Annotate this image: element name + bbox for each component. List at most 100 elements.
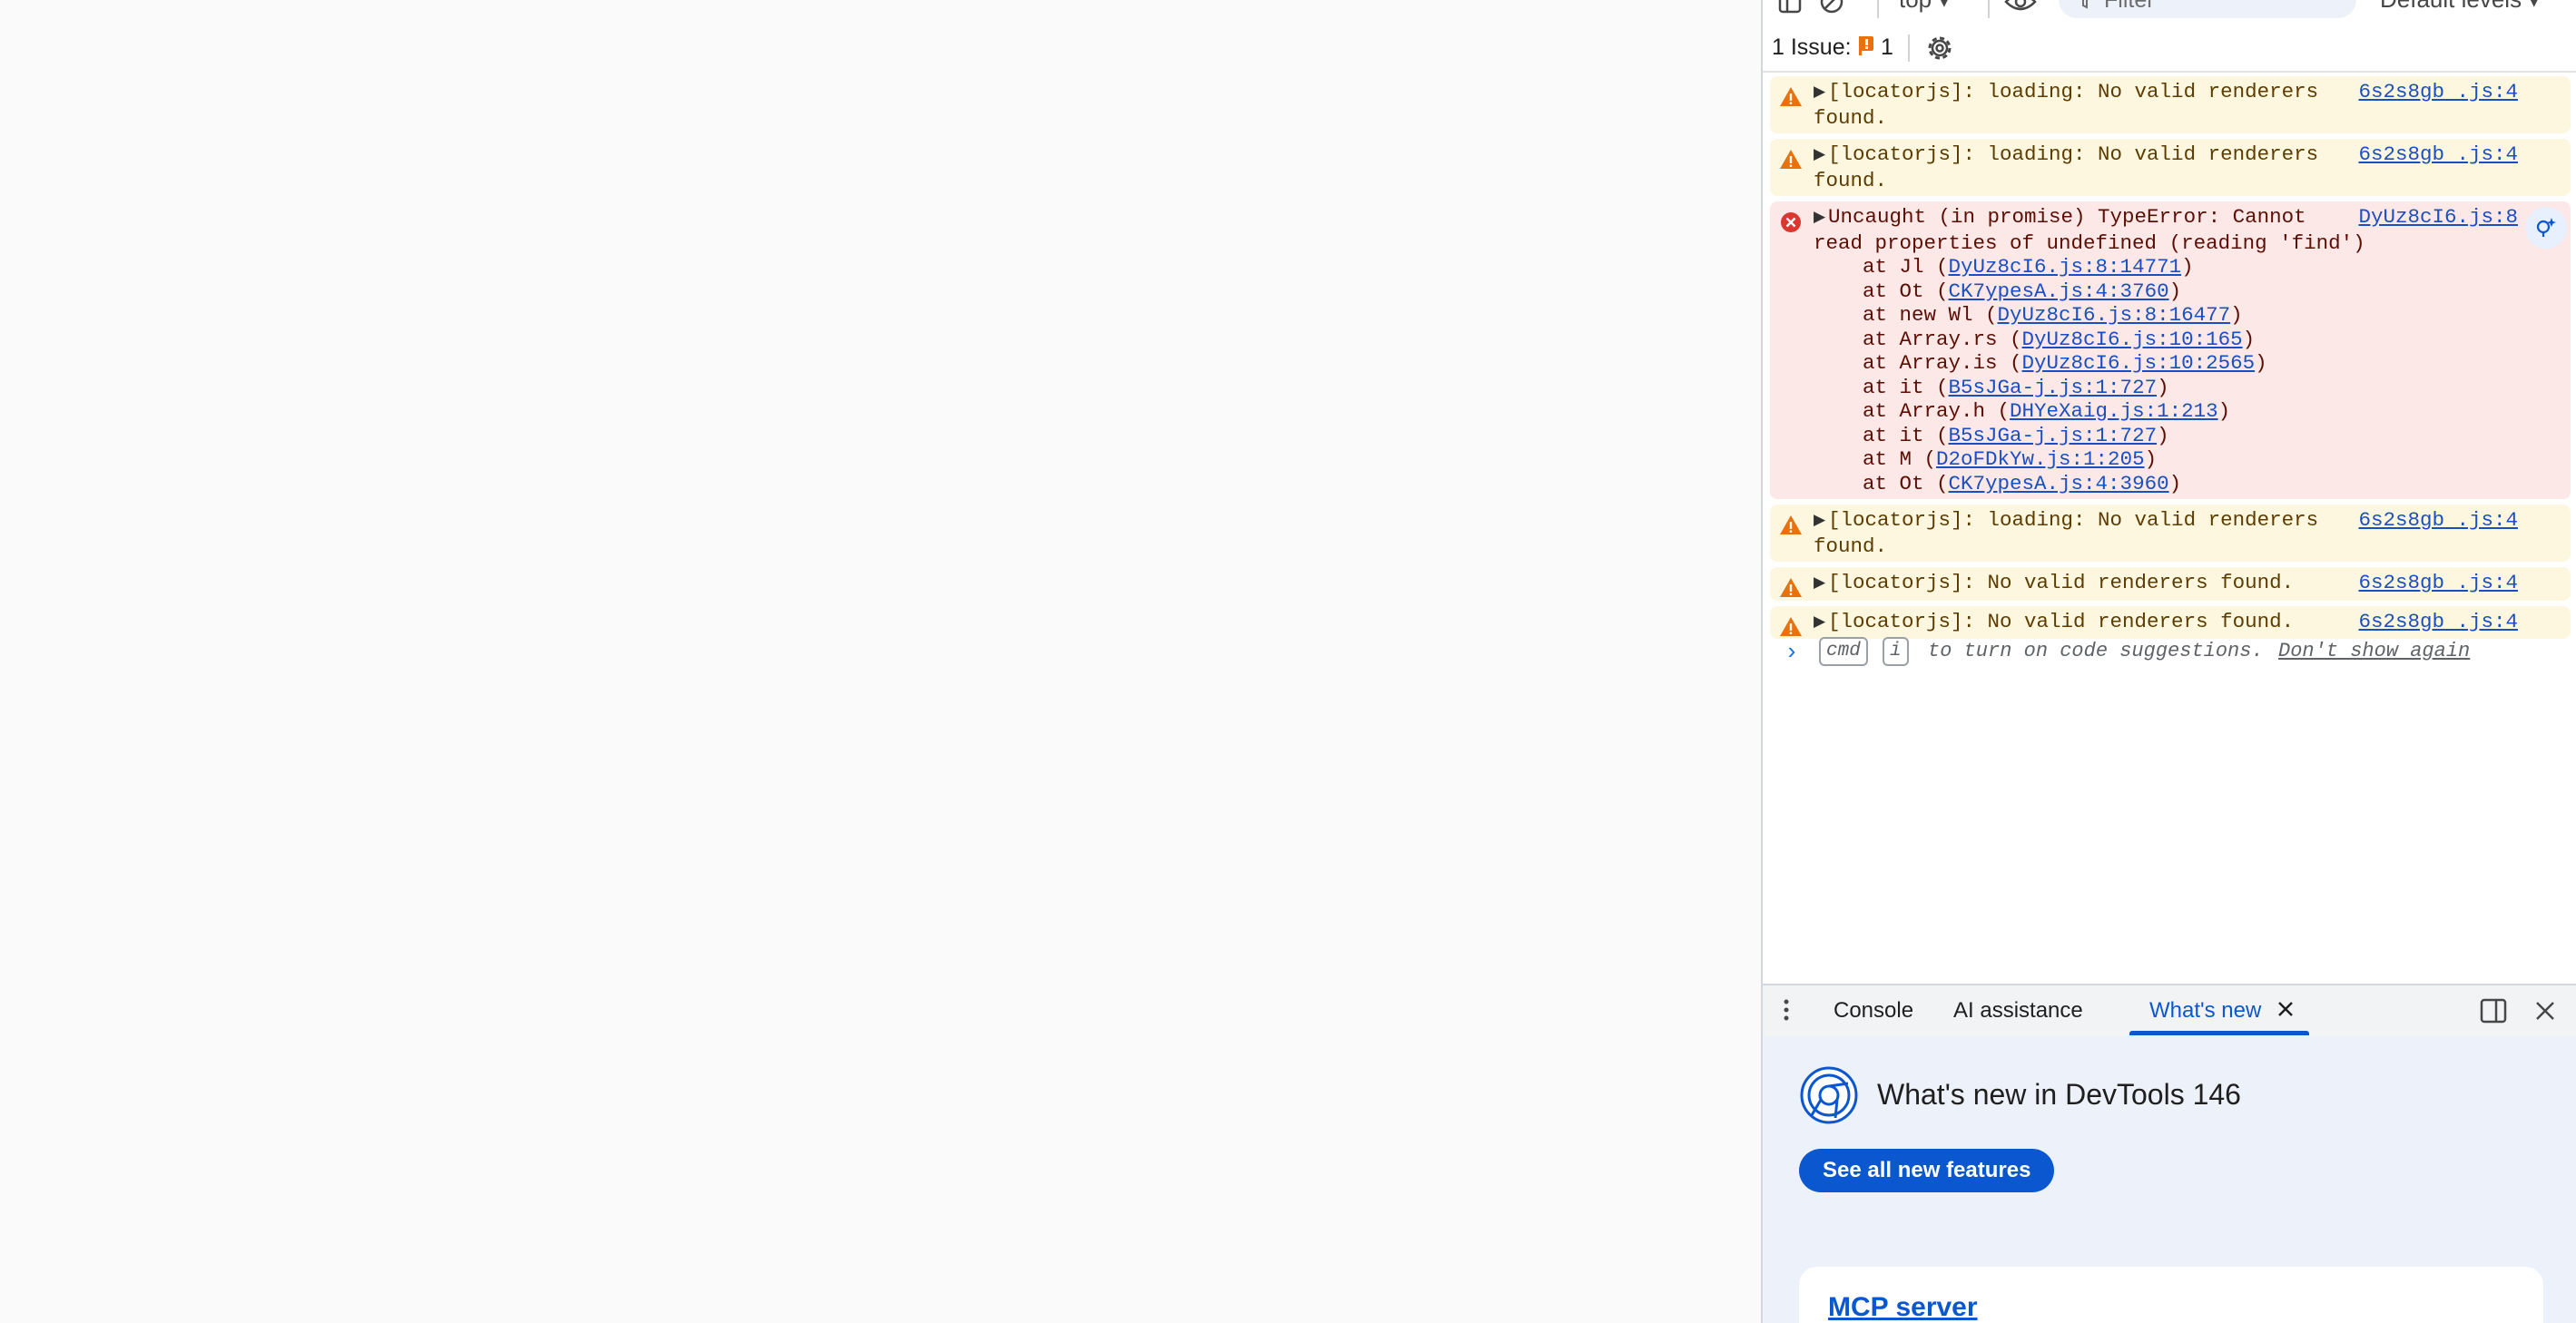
stack-frame-link[interactable]: D2oFDkYw.js:1:205 bbox=[1936, 447, 2145, 471]
see-all-features-button[interactable]: See all new features bbox=[1799, 1149, 2055, 1192]
feature-card-title[interactable]: MCP server bbox=[1828, 1292, 1978, 1323]
tab-whats-new[interactable]: What's new bbox=[2149, 998, 2261, 1024]
stack-frame-link[interactable]: DyUz8cI6.js:8:14771 bbox=[1949, 255, 2182, 279]
tab-ai-assistance[interactable]: AI assistance bbox=[1953, 998, 2083, 1024]
active-tab-indicator bbox=[2129, 1031, 2309, 1035]
eye-icon[interactable] bbox=[2004, 0, 2037, 15]
message-text: [locatorjs]: No valid renderers found. bbox=[1828, 609, 2295, 633]
stack-frame-link[interactable]: DyUz8cI6.js:10:165 bbox=[2022, 328, 2243, 351]
whats-new-panel: What's new in DevTools 146 See all new f… bbox=[1763, 1036, 2576, 1323]
kbd-i: i bbox=[1883, 637, 1909, 666]
expand-triangle-icon[interactable]: ▶ bbox=[1814, 144, 1828, 169]
stack-frame-suffix: ) bbox=[2255, 351, 2267, 375]
console-warning-message[interactable]: ▶ [locatorjs]: loading: No valid renderer… bbox=[1770, 505, 2571, 562]
whats-new-title: What's new in DevTools 146 bbox=[1877, 1078, 2241, 1111]
stack-frame-suffix: ) bbox=[2168, 471, 2182, 495]
stack-frame-suffix: ) bbox=[2168, 279, 2182, 303]
feature-card: MCP server bbox=[1799, 1267, 2543, 1323]
kbd-cmd: cmd bbox=[1819, 637, 1868, 666]
chrome-logo-icon bbox=[1800, 1066, 1858, 1124]
stack-frame: at Ot (CK7ypesA.js:4:3760) bbox=[1814, 279, 2516, 304]
stack-frame-link[interactable]: CK7ypesA.js:4:3760 bbox=[1949, 279, 2169, 303]
stack-frame-suffix: ) bbox=[2144, 447, 2158, 471]
sidebar-toggle-icon[interactable] bbox=[1777, 0, 1803, 15]
stack-frame-prefix: at Array.rs ( bbox=[1814, 327, 2022, 351]
console-toolbar: top ▾ Filter Default levels ▾ bbox=[1763, 0, 2576, 18]
stack-frame-prefix: at M ( bbox=[1814, 447, 1937, 471]
clear-console-icon[interactable] bbox=[1819, 0, 1844, 15]
filter-icon bbox=[2081, 0, 2089, 9]
expand-triangle-icon[interactable]: ▶ bbox=[1814, 207, 1828, 231]
stack-frame-link[interactable]: CK7ypesA.js:4:3960 bbox=[1949, 472, 2169, 495]
expand-triangle-icon[interactable]: ▶ bbox=[1814, 510, 1828, 534]
message-text-continued: found. bbox=[1814, 105, 1888, 130]
stack-frame-prefix: at it ( bbox=[1814, 423, 1949, 447]
console-messages: ▶ [locatorjs]: loading: No valid renderer… bbox=[1770, 76, 2571, 644]
message-text: [locatorjs]: loading: No valid renderers bbox=[1828, 80, 2319, 103]
console-warning-message[interactable]: ▶ [locatorjs]: No valid renderers found. 6… bbox=[1770, 605, 2571, 639]
ask-ai-button[interactable] bbox=[2525, 207, 2567, 249]
warning-icon bbox=[1779, 85, 1803, 109]
dont-show-again-link[interactable]: Don't show again bbox=[2278, 640, 2470, 662]
more-options-icon[interactable] bbox=[1781, 996, 1792, 1024]
close-icon[interactable] bbox=[2532, 998, 2558, 1024]
issue-flag-icon[interactable] bbox=[1857, 34, 1877, 56]
error-icon bbox=[1779, 211, 1803, 234]
stack-frame-prefix: at Jl ( bbox=[1814, 255, 1949, 279]
stack-frame-link[interactable]: B5sJGa-j.js:1:727 bbox=[1949, 376, 2158, 399]
message-text-continued: found. bbox=[1814, 534, 1888, 558]
message-text: [locatorjs]: loading: No valid renderers bbox=[1828, 142, 2319, 166]
message-text: [locatorjs]: No valid renderers found. bbox=[1828, 571, 2295, 594]
expand-triangle-icon[interactable]: ▶ bbox=[1814, 612, 1828, 636]
expand-triangle-icon[interactable]: ▶ bbox=[1814, 82, 1828, 106]
console-error-message[interactable]: ▶ Uncaught (in promise) TypeError: Cannot… bbox=[1770, 201, 2571, 499]
stack-frame: at M (D2oFDkYw.js:1:205) bbox=[1814, 447, 2516, 472]
issues-bar: 1 Issue: 1 bbox=[1763, 27, 2576, 73]
stack-frame: at Ot (CK7ypesA.js:4:3960) bbox=[1814, 472, 2516, 496]
stack-frame: at Jl (DyUz8cI6.js:8:14771) bbox=[1814, 255, 2516, 279]
issues-count[interactable]: 1 bbox=[1881, 34, 1893, 61]
console-prompt[interactable]: › cmd i to turn on code suggestions. Don… bbox=[1770, 635, 2569, 671]
message-source-link[interactable]: 6s2s8gb .js:4 bbox=[2358, 80, 2518, 104]
toolbar-divider bbox=[1988, 0, 1990, 18]
console-warning-message[interactable]: ▶ [locatorjs]: loading: No valid renderer… bbox=[1770, 139, 2571, 196]
filter-input[interactable]: Filter bbox=[2059, 0, 2356, 18]
message-text: Uncaught (in promise) TypeError: Cannot bbox=[1828, 205, 2306, 229]
tab-console[interactable]: Console bbox=[1834, 998, 1913, 1024]
issues-label: 1 Issue: bbox=[1772, 34, 1852, 60]
message-source-link[interactable]: 6s2s8gb .js:4 bbox=[2358, 142, 2518, 167]
prompt-chevron-icon: › bbox=[1785, 639, 1799, 666]
console-warning-message[interactable]: ▶ [locatorjs]: loading: No valid renderer… bbox=[1770, 76, 2571, 133]
stack-frame-suffix: ) bbox=[2217, 399, 2231, 423]
console-warning-message[interactable]: ▶ [locatorjs]: No valid renderers found. 6… bbox=[1770, 567, 2571, 601]
stack-frame-link[interactable]: B5sJGa-j.js:1:727 bbox=[1949, 424, 2158, 447]
message-source-link[interactable]: DyUz8cI6.js:8 bbox=[2358, 205, 2518, 230]
stack-frame-link[interactable]: DHYeXaig.js:1:213 bbox=[2010, 399, 2218, 423]
stack-frame: at Array.h (DHYeXaig.js:1:213) bbox=[1814, 399, 2516, 424]
message-source-link[interactable]: 6s2s8gb .js:4 bbox=[2358, 508, 2518, 533]
stack-frame-link[interactable]: DyUz8cI6.js:10:2565 bbox=[2022, 351, 2256, 375]
inspected-page[interactable] bbox=[0, 0, 1761, 1323]
stack-frame-link[interactable]: DyUz8cI6.js:8:16477 bbox=[1998, 303, 2231, 327]
stack-frame: at it (B5sJGa-j.js:1:727) bbox=[1814, 424, 2516, 448]
stack-frame-suffix: ) bbox=[2157, 375, 2169, 399]
stack-frame-suffix: ) bbox=[2242, 327, 2256, 351]
stack-frame: at Array.is (DyUz8cI6.js:10:2565) bbox=[1814, 351, 2516, 376]
message-source-link[interactable]: 6s2s8gb .js:4 bbox=[2358, 571, 2518, 595]
stack-frame-prefix: at it ( bbox=[1814, 375, 1949, 399]
message-source-link[interactable]: 6s2s8gb .js:4 bbox=[2358, 610, 2518, 634]
stack-frame-prefix: at new Wl ( bbox=[1814, 303, 1998, 327]
ai-sparkle-icon bbox=[2536, 218, 2556, 237]
stack-frame-prefix: at Ot ( bbox=[1814, 471, 1949, 495]
expand-triangle-icon[interactable]: ▶ bbox=[1814, 573, 1828, 597]
stack-frame-suffix: ) bbox=[2157, 423, 2169, 447]
dock-side-icon[interactable] bbox=[2480, 998, 2507, 1024]
log-levels-selector[interactable]: Default levels ▾ bbox=[2380, 0, 2540, 14]
stack-frame-prefix: at Array.is ( bbox=[1814, 351, 2022, 375]
stack-frame-prefix: at Ot ( bbox=[1814, 279, 1949, 303]
close-tab-icon[interactable] bbox=[2273, 996, 2298, 1022]
stack-frame: at new Wl (DyUz8cI6.js:8:16477) bbox=[1814, 303, 2516, 328]
context-selector[interactable]: top ▾ bbox=[1899, 0, 1950, 14]
devtools-panel: top ▾ Filter Default levels ▾ 1 Issue: 1 bbox=[1761, 0, 2576, 1323]
gear-icon[interactable] bbox=[1924, 33, 1955, 64]
